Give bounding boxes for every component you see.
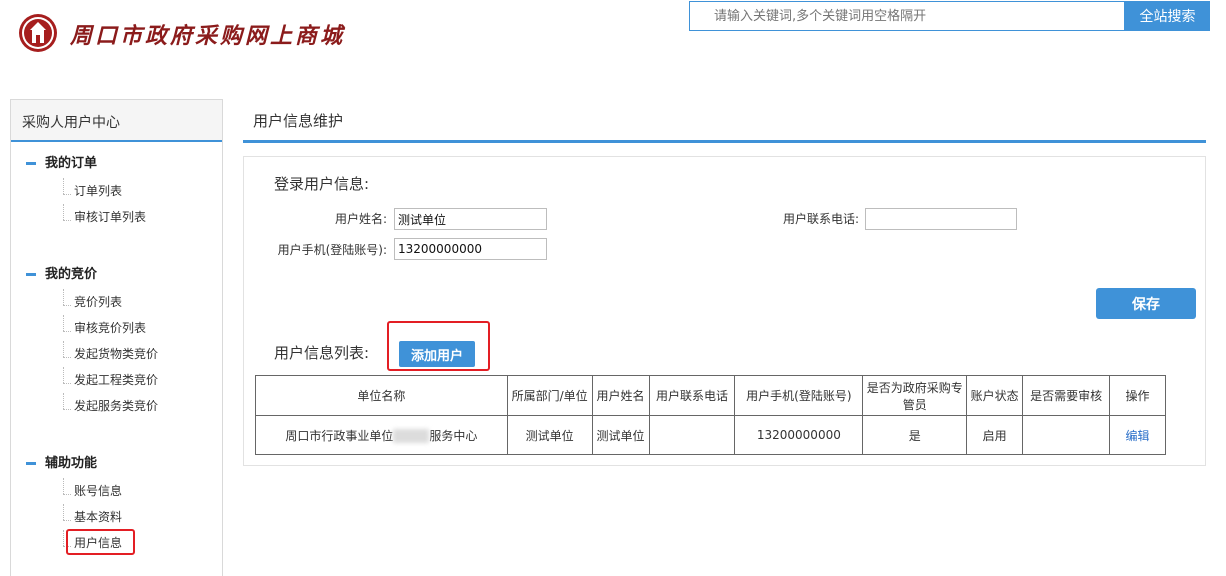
cell-action: 编辑 — [1109, 415, 1166, 455]
cell-user-phone — [648, 415, 736, 455]
col-user-name: 用户姓名 — [591, 375, 650, 416]
sidebar-item-account-info[interactable]: 账号信息 — [11, 478, 222, 504]
add-user-button[interactable]: 添加用户 — [399, 341, 475, 367]
sidebar-group-title[interactable]: 我的订单 — [11, 154, 222, 174]
minus-icon — [26, 273, 36, 276]
sidebar-item-order-list[interactable]: 订单列表 — [11, 178, 222, 204]
sidebar-item-audit-bid-list[interactable]: 审核竞价列表 — [11, 315, 222, 341]
login-section-title: 登录用户信息: — [274, 175, 370, 193]
sidebar-group-orders: 我的订单 订单列表 审核订单列表 — [11, 154, 222, 230]
cell-is-manager: 是 — [862, 415, 968, 455]
sidebar-item-bid-list[interactable]: 竞价列表 — [11, 289, 222, 315]
minus-icon — [26, 462, 36, 465]
col-is-manager: 是否为政府采购专管员 — [862, 375, 968, 416]
phone-input[interactable] — [865, 208, 1017, 230]
list-section-title: 用户信息列表: — [274, 344, 370, 362]
edit-link[interactable]: 编辑 — [1126, 429, 1150, 443]
sidebar-item-start-project-bid[interactable]: 发起工程类竞价 — [11, 367, 222, 393]
redacted-text — [393, 429, 430, 443]
phone-label: 用户联系电话: — [782, 212, 859, 226]
highlight-box — [66, 529, 135, 555]
user-table: 单位名称 所属部门/单位 用户姓名 用户联系电话 用户手机(登陆账号) 是否为政… — [255, 375, 1166, 455]
mobile-label: 用户手机(登陆账号): — [277, 243, 387, 257]
col-unit-name: 单位名称 — [255, 375, 508, 416]
save-button[interactable]: 保存 — [1096, 288, 1196, 319]
site-logo — [18, 13, 58, 53]
sidebar: 采购人用户中心 我的订单 订单列表 审核订单列表 我的竞价 竞价列表 审核竞价列… — [10, 99, 223, 576]
col-need-audit: 是否需要审核 — [1022, 375, 1111, 416]
cell-unit-name: 周口市行政事业单位 服务中心 — [255, 415, 508, 455]
sidebar-item-start-goods-bid[interactable]: 发起货物类竞价 — [11, 341, 222, 367]
name-input[interactable] — [394, 208, 547, 230]
name-label: 用户姓名: — [334, 212, 387, 226]
sidebar-item-start-service-bid[interactable]: 发起服务类竞价 — [11, 393, 222, 419]
mobile-input[interactable] — [394, 238, 547, 260]
search-input[interactable] — [689, 1, 1125, 31]
table-header-row: 单位名称 所属部门/单位 用户姓名 用户联系电话 用户手机(登陆账号) 是否为政… — [255, 375, 1166, 416]
cell-account-status: 启用 — [966, 415, 1024, 455]
sidebar-item-basic-profile[interactable]: 基本资料 — [11, 504, 222, 530]
cell-need-audit — [1022, 415, 1111, 455]
col-action: 操作 — [1109, 375, 1166, 416]
cell-user-mobile: 13200000000 — [734, 415, 864, 455]
search-button[interactable]: 全站搜索 — [1125, 1, 1210, 31]
col-account-status: 账户状态 — [966, 375, 1024, 416]
cell-department: 测试单位 — [506, 415, 593, 455]
sidebar-title: 采购人用户中心 — [11, 100, 222, 142]
page-title: 用户信息维护 — [243, 100, 1206, 143]
site-title: 周口市政府采购网上商城 — [70, 23, 346, 49]
table-row: 周口市行政事业单位 服务中心 测试单位 测试单位 13200000000 是 启用… — [255, 415, 1166, 455]
sidebar-item-audit-order-list[interactable]: 审核订单列表 — [11, 204, 222, 230]
sidebar-group-bidding: 我的竞价 竞价列表 审核竞价列表 发起货物类竞价 发起工程类竞价 发起服务类竞价 — [11, 265, 222, 419]
sidebar-group-title[interactable]: 辅助功能 — [11, 454, 222, 474]
minus-icon — [26, 162, 36, 165]
sidebar-group-title[interactable]: 我的竞价 — [11, 265, 222, 285]
col-department: 所属部门/单位 — [506, 375, 593, 416]
cell-user-name: 测试单位 — [591, 415, 650, 455]
col-user-mobile: 用户手机(登陆账号) — [734, 375, 864, 416]
user-info-panel: 登录用户信息: 用户姓名: 用户联系电话: 用户手机(登陆账号): 保存 用户信… — [243, 156, 1206, 466]
col-user-phone: 用户联系电话 — [648, 375, 736, 416]
